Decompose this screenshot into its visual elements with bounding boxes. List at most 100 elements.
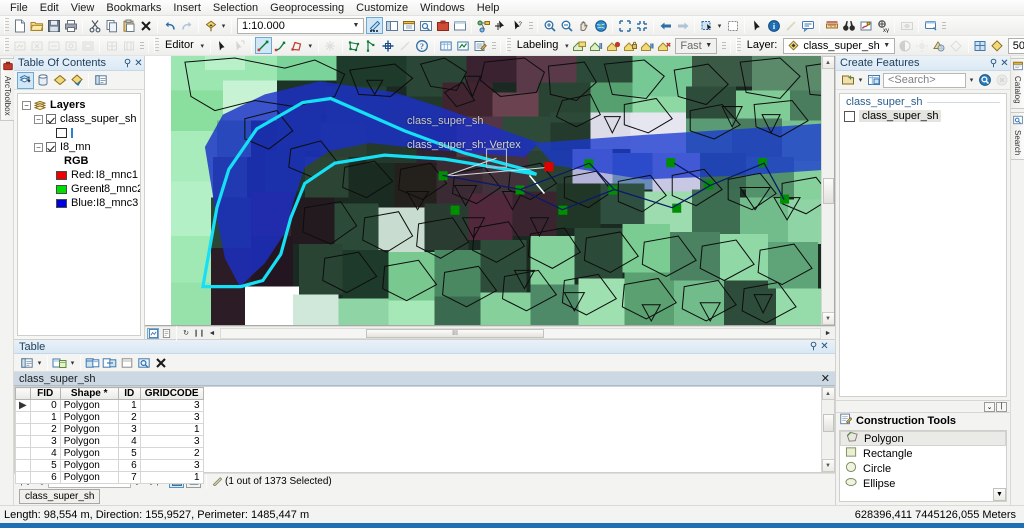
toolbox-window-icon[interactable] xyxy=(434,17,451,34)
lock-labels-icon[interactable] xyxy=(622,37,639,54)
construction-tools-scroll-down[interactable]: ▼ xyxy=(993,488,1006,501)
labeling-toolbar-grip[interactable] xyxy=(505,38,511,53)
sidebar-item-search[interactable]: Search xyxy=(1011,111,1024,160)
cell-id[interactable]: 5 xyxy=(117,447,141,460)
copy-icon[interactable] xyxy=(103,17,120,34)
cell-fid[interactable]: 4 xyxy=(29,447,61,460)
georef-overflow-grip[interactable] xyxy=(139,38,145,54)
georeference-icon-2[interactable] xyxy=(28,37,45,54)
table-tab-label[interactable]: class_super_sh xyxy=(19,373,95,385)
cell-gridcode[interactable]: 2 xyxy=(139,447,204,460)
grid-scroll-thumb[interactable] xyxy=(822,413,834,432)
pin-icon[interactable]: ⚲ xyxy=(808,340,819,353)
table-options-icon[interactable] xyxy=(18,354,35,371)
georeference-icon-7[interactable] xyxy=(120,37,137,54)
toc-band-red[interactable]: Red: I8_mnc1 xyxy=(20,168,138,182)
toc-layer-class-super-sh[interactable]: − class_super_sh xyxy=(20,112,138,126)
close-icon[interactable]: ✕ xyxy=(821,372,830,385)
hscroll-thumb[interactable]: III xyxy=(366,328,544,338)
search-icon[interactable] xyxy=(976,72,993,89)
scroll-up-button[interactable]: ▲ xyxy=(821,56,834,69)
table-row[interactable]: ▶ 0 Polygon 1 3 xyxy=(15,399,204,412)
delete-icon[interactable] xyxy=(137,17,154,34)
expand-toggle-icon[interactable]: − xyxy=(34,142,43,152)
create-template-icon[interactable] xyxy=(839,72,856,89)
row-selector[interactable] xyxy=(15,435,31,448)
georeference-icon-1[interactable] xyxy=(11,37,28,54)
standard-toolbar-overflow[interactable] xyxy=(941,18,947,34)
view-unplaced-labels-icon[interactable] xyxy=(656,37,673,54)
template-properties-icon[interactable]: | xyxy=(996,401,1007,412)
map-canvas[interactable]: class_super_sh class_super_sh: Vertex ▲ … xyxy=(145,56,835,326)
menu-item-file[interactable]: File xyxy=(4,0,34,16)
row-selector[interactable]: ▶ xyxy=(15,399,31,412)
catalog-window-icon[interactable] xyxy=(400,17,417,34)
pin-icon[interactable]: ⚲ xyxy=(988,57,999,70)
toggle-template-list-icon[interactable]: ⌄ xyxy=(984,401,995,412)
hollow-polygon-swatch[interactable] xyxy=(56,128,67,138)
table-bottom-tab[interactable]: class_super_sh xyxy=(19,489,101,505)
edit-annotation-icon[interactable] xyxy=(231,37,248,54)
split-line-icon[interactable] xyxy=(397,37,414,54)
edit-vertices-icon[interactable] xyxy=(363,37,380,54)
grid-header-gridcode[interactable]: GRIDCODE xyxy=(139,387,204,400)
feature-template-list[interactable]: class_super_sh class_super_sh xyxy=(839,93,1007,397)
menu-item-selection[interactable]: Selection xyxy=(207,0,264,16)
georef-toolbar-grip[interactable] xyxy=(4,38,9,53)
attribute-table-icon[interactable] xyxy=(438,37,455,54)
fixed-zoom-in-icon[interactable] xyxy=(616,17,633,34)
save-icon[interactable] xyxy=(45,17,62,34)
feature-template-item[interactable]: class_super_sh xyxy=(840,109,1006,123)
close-icon[interactable]: ✕ xyxy=(999,57,1010,70)
pause-labeling-icon[interactable] xyxy=(639,37,656,54)
previous-extent-icon[interactable] xyxy=(657,17,674,34)
grid-scroll-up-button[interactable]: ▲ xyxy=(821,387,835,400)
model-builder-icon[interactable] xyxy=(475,17,492,34)
search-window-icon[interactable] xyxy=(417,17,434,34)
create-features-window-icon[interactable] xyxy=(472,37,489,54)
full-extent-globe-icon[interactable] xyxy=(592,17,609,34)
toc-band-blue[interactable]: Blue: I8_mnc3 xyxy=(20,196,138,210)
related-tables-dropdown-icon[interactable]: ▾ xyxy=(68,354,77,371)
table-row[interactable]: 3 Polygon 4 3 xyxy=(15,435,204,448)
editor-menu-button[interactable]: Editor xyxy=(161,37,198,54)
hyperlink-icon[interactable] xyxy=(782,17,799,34)
go-to-xy-icon[interactable]: xy xyxy=(874,17,891,34)
list-by-source-icon[interactable] xyxy=(34,72,51,89)
organize-templates-icon[interactable] xyxy=(865,72,882,89)
zoom-to-selected-icon[interactable] xyxy=(135,354,152,371)
grid-header-shape[interactable]: Shape * xyxy=(59,387,119,400)
create-viewer-window-icon[interactable] xyxy=(922,17,939,34)
delete-selected-records-icon[interactable] xyxy=(152,354,169,371)
toolbar-grip[interactable] xyxy=(4,18,9,33)
identify-info-icon[interactable]: i xyxy=(765,17,782,34)
layer-visibility-checkbox[interactable] xyxy=(46,114,56,124)
cell-fid[interactable]: 6 xyxy=(29,471,61,484)
symbol-level-icon[interactable] xyxy=(989,37,1006,54)
open-folder-icon[interactable] xyxy=(28,17,45,34)
close-icon[interactable]: ✕ xyxy=(133,57,144,70)
scroll-thumb[interactable] xyxy=(822,177,834,204)
effects-layer-combo[interactable]: class_super_sh ▼ xyxy=(783,37,895,54)
cell-fid[interactable]: 0 xyxy=(29,399,61,412)
cell-fid[interactable]: 3 xyxy=(29,435,61,448)
attribute-grid-area[interactable]: FID Shape * ID GRIDCODE ▶ 0 Polygon 1 3 … xyxy=(14,386,835,484)
scroll-right-button[interactable]: ► xyxy=(822,328,834,339)
list-by-drawing-order-icon[interactable] xyxy=(17,71,34,89)
effects-toolbar-grip[interactable] xyxy=(735,38,741,53)
attribute-grid[interactable]: FID Shape * ID GRIDCODE ▶ 0 Polygon 1 3 … xyxy=(15,387,204,484)
construction-tools-list[interactable]: Polygon Rectangle Circle Ellipse ▼ xyxy=(839,430,1007,502)
cell-id[interactable]: 3 xyxy=(117,423,141,436)
switch-selection-icon[interactable] xyxy=(101,354,118,371)
fixed-zoom-out-icon[interactable] xyxy=(633,17,650,34)
clear-selection-icon[interactable] xyxy=(724,17,741,34)
chevron-down-icon[interactable]: ▼ xyxy=(702,39,716,53)
label-priority-icon[interactable] xyxy=(588,37,605,54)
georeference-icon-3[interactable] xyxy=(45,37,62,54)
menu-item-help[interactable]: Help xyxy=(471,0,506,16)
zoom-out-icon[interactable] xyxy=(558,17,575,34)
print-icon[interactable] xyxy=(62,17,79,34)
cell-id[interactable]: 1 xyxy=(117,399,141,412)
construction-tool-circle[interactable]: Circle xyxy=(840,461,1006,476)
scroll-left-button[interactable]: ◄ xyxy=(206,328,218,339)
